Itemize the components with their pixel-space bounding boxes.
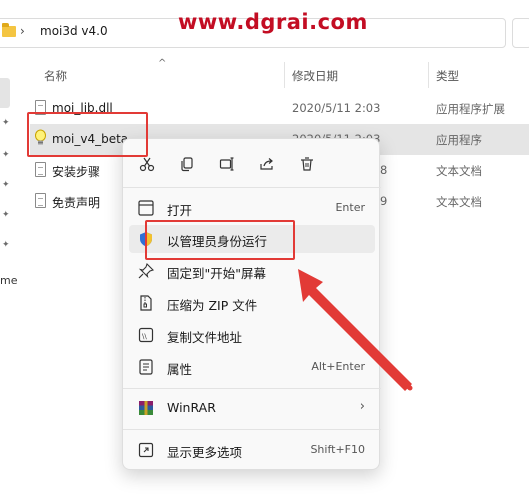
svg-text:\\: \\ xyxy=(142,333,147,341)
copy-path-icon: \\ xyxy=(138,327,154,343)
copy-icon xyxy=(181,157,193,172)
file-name: 安装步骤 xyxy=(52,165,101,179)
pin-icon: ✦ xyxy=(2,150,10,160)
share-button[interactable] xyxy=(255,153,279,175)
menu-separator xyxy=(123,429,381,430)
more-options-icon xyxy=(138,442,154,458)
file-date: 2020/5/11 2:03 xyxy=(292,101,381,115)
menu-item-properties[interactable]: 属性 Alt+Enter xyxy=(129,353,375,381)
rename-button[interactable] xyxy=(215,153,239,175)
menu-item-label: 复制文件地址 xyxy=(167,330,243,345)
menu-item-shortcut: Alt+Enter xyxy=(311,360,365,373)
nav-selected-item[interactable] xyxy=(0,78,10,108)
menu-item-pin-to-start[interactable]: 固定到"开始"屏幕 xyxy=(129,257,375,285)
zip-icon xyxy=(140,295,152,311)
menu-item-compress-zip[interactable]: 压缩为 ZIP 文件 xyxy=(129,289,375,317)
column-divider[interactable] xyxy=(428,62,429,88)
sort-ascending-icon: ^ xyxy=(158,58,167,69)
pin-icon: ✦ xyxy=(2,180,10,190)
context-menu: 打开 Enter 以管理员身份运行 固定到"开始"屏幕 压缩为 ZIP 文件 \… xyxy=(122,138,381,470)
menu-item-show-more-options[interactable]: 显示更多选项 Shift+F10 xyxy=(129,436,375,464)
copy-button[interactable] xyxy=(175,153,199,175)
delete-button[interactable] xyxy=(295,153,319,175)
cut-icon xyxy=(139,157,155,172)
file-name: 免责声明 xyxy=(52,196,101,210)
menu-item-winrar[interactable]: WinRAR › xyxy=(129,394,375,422)
address-path[interactable]: moi3d v4.0 xyxy=(40,24,108,38)
column-header-date[interactable]: 修改日期 xyxy=(292,68,338,84)
column-divider[interactable] xyxy=(284,62,285,88)
menu-separator xyxy=(123,187,381,188)
rename-icon xyxy=(219,157,234,171)
highlight-box-run-as-admin xyxy=(145,220,295,260)
menu-item-copy-path[interactable]: \\ 复制文件地址 xyxy=(129,321,375,349)
share-icon xyxy=(260,158,273,170)
menu-item-open[interactable]: 打开 Enter xyxy=(129,194,375,222)
column-header-name[interactable]: 名称 xyxy=(44,68,67,84)
menu-item-label: 固定到"开始"屏幕 xyxy=(167,266,266,281)
menu-separator xyxy=(123,388,381,389)
menu-item-label: WinRAR xyxy=(167,400,216,415)
file-type: 应用程序 xyxy=(436,133,482,147)
open-icon xyxy=(138,200,154,216)
file-date: 8 xyxy=(380,163,388,177)
chevron-right-icon[interactable]: › xyxy=(20,24,25,38)
pin-icon: ✦ xyxy=(2,210,10,220)
highlight-box-file xyxy=(27,112,148,157)
menu-item-label: 显示更多选项 xyxy=(167,445,243,460)
file-type: 文本文档 xyxy=(436,164,482,178)
watermark: www.dgrai.com xyxy=(178,10,368,34)
menu-item-shortcut: Enter xyxy=(335,201,365,214)
column-header-type[interactable]: 类型 xyxy=(436,68,459,84)
pin-icon: ✦ xyxy=(2,240,10,250)
menu-item-label: 压缩为 ZIP 文件 xyxy=(167,298,258,313)
delete-icon xyxy=(301,157,313,171)
file-type: 文本文档 xyxy=(436,195,482,209)
pin-icon xyxy=(138,262,155,279)
menu-item-label: 属性 xyxy=(167,362,193,377)
text-file-icon xyxy=(35,162,46,177)
nav-item-partial[interactable]: me xyxy=(0,274,17,287)
text-file-icon xyxy=(35,193,46,208)
winrar-icon xyxy=(139,401,153,415)
pin-icon: ✦ xyxy=(2,118,10,128)
chevron-right-icon: › xyxy=(359,399,365,414)
menu-item-label: 打开 xyxy=(167,203,193,218)
file-type: 应用程序扩展 xyxy=(436,102,505,116)
properties-icon xyxy=(139,359,153,375)
menu-item-shortcut: Shift+F10 xyxy=(310,443,365,456)
folder-icon xyxy=(2,23,16,37)
address-bar-edge[interactable] xyxy=(512,18,529,48)
file-date: 9 xyxy=(380,194,388,208)
